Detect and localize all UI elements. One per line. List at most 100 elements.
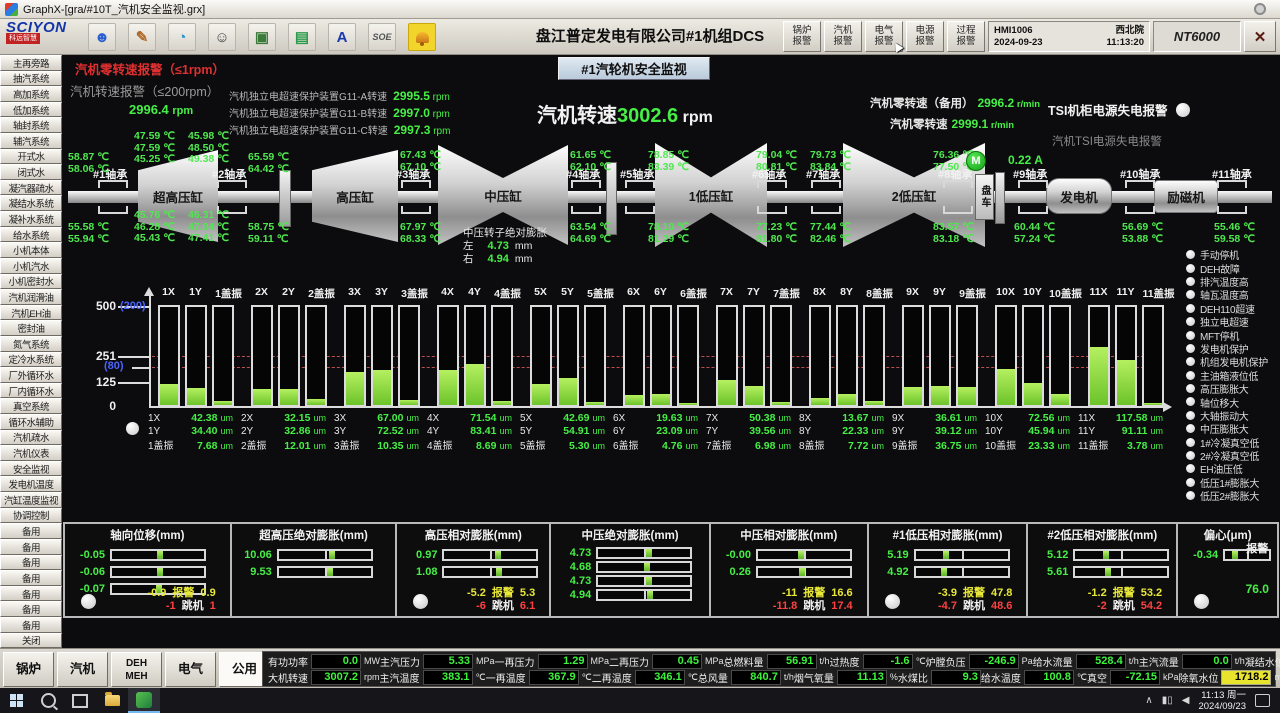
sidebar-item-25[interactable]: 汽机疏水 xyxy=(0,430,62,446)
sidebar-item-20[interactable]: 定冷水系统 xyxy=(0,352,62,368)
sidebar-item-3[interactable]: 高加系统 xyxy=(0,86,62,102)
graphx-taskbar-icon[interactable] xyxy=(128,688,160,713)
readout-label: 4X xyxy=(427,413,461,424)
temp-value: 78.85 ℃ xyxy=(648,150,689,162)
sidebar-item-29[interactable]: 汽缸温度监视 xyxy=(0,492,62,508)
sidebar-item-14[interactable]: 小机汽水 xyxy=(0,258,62,274)
close-button[interactable]: ✕ xyxy=(1244,21,1276,52)
status-entry-总风量: 总风量840.7t/h xyxy=(698,670,794,685)
readout-row: 8盖振7.72um xyxy=(799,437,884,450)
sidebar-item-7[interactable]: 开式水 xyxy=(0,149,62,165)
sidebar-item-16[interactable]: 汽机润滑油 xyxy=(0,289,62,305)
sidebar-item-24[interactable]: 循环水辅助 xyxy=(0,414,62,430)
readout-unit: um xyxy=(499,413,512,423)
sidebar-item-4[interactable]: 低加系统 xyxy=(0,102,62,118)
sidebar-item-6[interactable]: 辅汽系统 xyxy=(0,133,62,149)
bearing-bracket-lower xyxy=(757,206,787,214)
nav-button-锅炉[interactable]: 锅炉 xyxy=(3,652,54,687)
status-unit: MPa xyxy=(705,656,724,666)
readout-unit: um xyxy=(871,426,884,436)
sidebar-item-33[interactable]: 备用 xyxy=(0,555,62,571)
volume-icon[interactable]: ◀ xyxy=(1182,695,1190,706)
bar-fill xyxy=(439,370,457,405)
y-axis-arrow-icon xyxy=(144,287,154,296)
bar-fill xyxy=(187,388,205,405)
sidebar-item-27[interactable]: 安全监视 xyxy=(0,461,62,477)
sidebar-item-22[interactable]: 厂内循环水 xyxy=(0,383,62,399)
bar-group-labels-1: 1X1Y1盖振 xyxy=(155,286,248,301)
trip-word: 跳机 xyxy=(963,600,985,612)
start-button[interactable] xyxy=(0,688,32,713)
sidebar-item-37[interactable]: 备用 xyxy=(0,617,62,633)
sidebar-item-5[interactable]: 轴封系统 xyxy=(0,117,62,133)
gauge-marker xyxy=(646,549,652,557)
bar-fill xyxy=(493,401,511,405)
notification-icon[interactable] xyxy=(1255,694,1270,707)
screen-icon[interactable]: ▣ xyxy=(248,23,276,51)
sidebar-item-2[interactable]: 抽汽系统 xyxy=(0,71,62,87)
sidebar-item-15[interactable]: 小机密封水 xyxy=(0,274,62,290)
alarm-button-1[interactable]: 锅炉报警 xyxy=(783,21,821,52)
gauge-row: 4.94 xyxy=(551,588,709,602)
sidebar-item-35[interactable]: 备用 xyxy=(0,586,62,602)
taskbar-clock[interactable]: 11:13 周一 2024/09/23 xyxy=(1198,690,1246,712)
task-view-icon[interactable] xyxy=(64,688,96,713)
search-icon[interactable] xyxy=(32,688,64,713)
sidebar-item-21[interactable]: 厂外循环水 xyxy=(0,367,62,383)
sidebar-item-8[interactable]: 闭式水 xyxy=(0,164,62,180)
bar-label: 6盖振 xyxy=(674,286,713,301)
sidebar-item-13[interactable]: 小机本体 xyxy=(0,242,62,258)
readout-label: 11Y xyxy=(1078,426,1112,437)
gauge-bar xyxy=(442,549,538,561)
window-control-icon[interactable] xyxy=(1254,3,1266,15)
readout-label: 7X xyxy=(706,413,740,424)
network-icon[interactable]: ▮▯ xyxy=(1162,695,1173,706)
readout-unit: um xyxy=(1150,441,1163,451)
sidebar-item-19[interactable]: 氮气系统 xyxy=(0,336,62,352)
soe-icon[interactable]: SOE xyxy=(368,23,396,51)
users-icon[interactable]: ☻ xyxy=(88,23,116,51)
sidebar-item-10[interactable]: 凝结水系统 xyxy=(0,195,62,211)
temp-value: 49.38 ℃ xyxy=(188,154,229,166)
alarm-button-4[interactable]: 电源报警 xyxy=(906,21,944,52)
sidebar-item-11[interactable]: 凝补水系统 xyxy=(0,211,62,227)
readout-value: 83.41 xyxy=(461,425,496,437)
sidebar-item-34[interactable]: 备用 xyxy=(0,570,62,586)
bar-fill xyxy=(865,401,883,405)
trend-icon[interactable]: ◔ xyxy=(168,23,196,51)
bearing-bracket-lower xyxy=(943,206,973,214)
temp-value: 59.58 ℃ xyxy=(1214,234,1255,246)
status-unit: ℃ xyxy=(582,672,592,683)
nav-button-电气[interactable]: 电气 xyxy=(165,652,216,687)
sidebar-item-23[interactable]: 真空系统 xyxy=(0,398,62,414)
readout-unit: um xyxy=(313,441,326,451)
sidebar-item-18[interactable]: 密封油 xyxy=(0,320,62,336)
nav-button-汽机[interactable]: 汽机 xyxy=(57,652,108,687)
sidebar-item-32[interactable]: 备用 xyxy=(0,539,62,555)
sidebar-item-1[interactable]: 主再旁路 xyxy=(0,55,62,71)
sidebar-item-31[interactable]: 备用 xyxy=(0,523,62,539)
x-axis-arrow-icon xyxy=(1163,402,1172,412)
alarm-button-5[interactable]: 过程报警 xyxy=(947,21,985,52)
cards-icon[interactable]: ▤ xyxy=(288,23,316,51)
bar-fill xyxy=(958,387,976,405)
nav-button-DEHMEH[interactable]: DEHMEH xyxy=(111,652,162,687)
sidebar-item-26[interactable]: 汽机仪表 xyxy=(0,445,62,461)
sidebar-item-30[interactable]: 协调控制 xyxy=(0,508,62,524)
tray-expand-icon[interactable]: ∧ xyxy=(1145,695,1152,706)
readout-row: 8X13.67um xyxy=(799,412,884,425)
trip-word: 跳机 xyxy=(803,600,825,612)
palette-icon[interactable]: ✎ xyxy=(128,23,156,51)
bar-label: 11盖振 xyxy=(1139,286,1178,301)
sidebar-item-12[interactable]: 给水系统 xyxy=(0,227,62,243)
font-icon[interactable]: A xyxy=(328,23,356,51)
file-explorer-icon[interactable] xyxy=(96,688,128,713)
readout-row: 6盖振4.76um xyxy=(613,437,698,450)
sidebar-item-28[interactable]: 发电机温度 xyxy=(0,476,62,492)
sidebar-item-36[interactable]: 备用 xyxy=(0,601,62,617)
sidebar-item-17[interactable]: 汽机EH油 xyxy=(0,305,62,321)
sidebar-item-9[interactable]: 凝汽器疏水 xyxy=(0,180,62,196)
sidebar-item-38[interactable]: 关闭 xyxy=(0,633,62,649)
alarm-button-2[interactable]: 汽机报警 xyxy=(824,21,862,52)
operator-icon[interactable]: ☺ xyxy=(208,23,236,51)
